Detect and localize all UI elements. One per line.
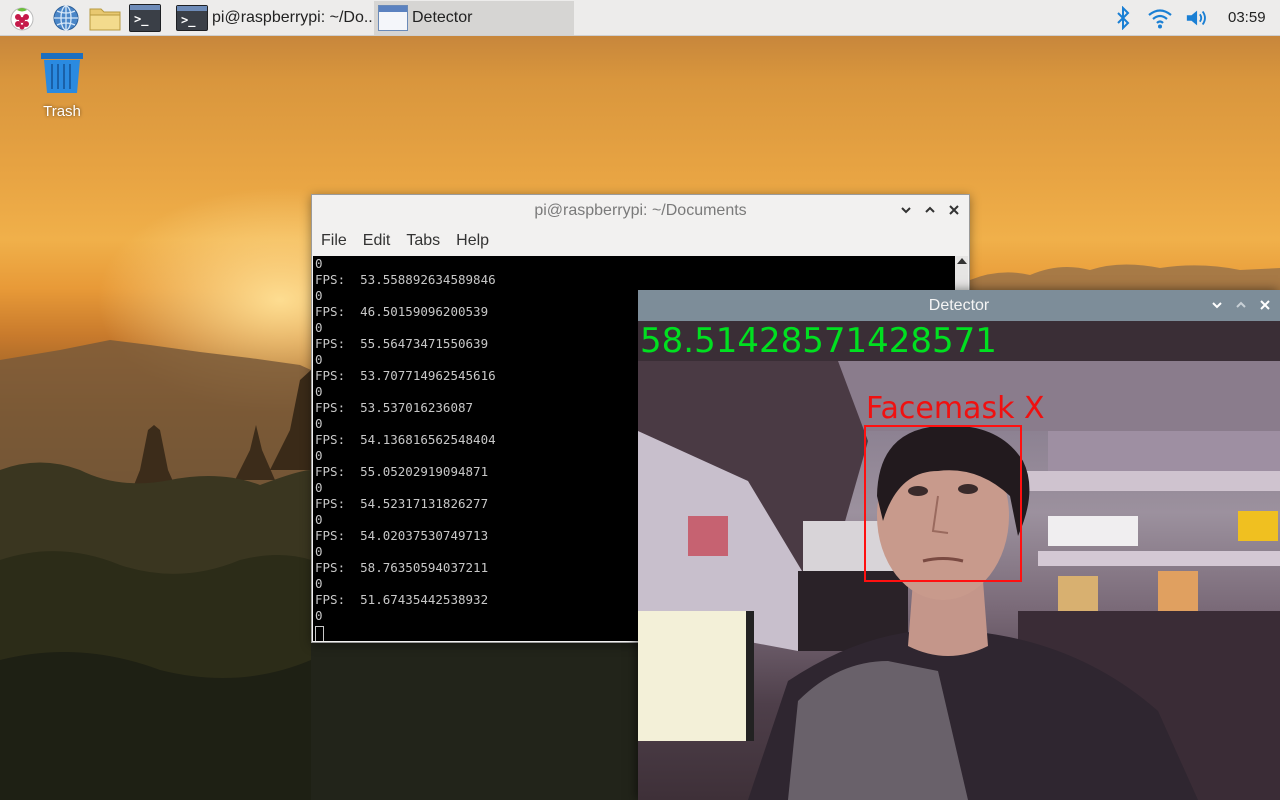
task-terminal-label: pi@raspberrypi: ~/Do... — [212, 9, 372, 26]
terminal-cursor — [315, 626, 324, 641]
web-browser-icon[interactable] — [50, 3, 82, 33]
detector-titlebar[interactable]: Detector — [638, 290, 1280, 321]
terminal-menubar: File Edit Tabs Help — [312, 227, 969, 255]
terminal-line: FPS: 53.558892634589846 — [315, 272, 496, 287]
detection-box — [864, 425, 1022, 582]
menu-tabs[interactable]: Tabs — [406, 232, 440, 250]
menu-file[interactable]: File — [321, 232, 347, 250]
raspberry-menu-icon[interactable] — [6, 3, 38, 33]
menu-help[interactable]: Help — [456, 232, 489, 250]
detector-window: Detector 58.51428571428571 Facemask X — [638, 290, 1280, 800]
scroll-up-arrow-icon[interactable] — [957, 258, 967, 264]
terminal-icon: >_ — [176, 5, 208, 31]
maximize-icon[interactable] — [923, 203, 937, 217]
terminal-launcher-icon[interactable]: >_ — [129, 3, 161, 33]
minimize-icon[interactable] — [899, 203, 913, 217]
terminal-title: pi@raspberrypi: ~/Documents — [534, 202, 747, 219]
file-manager-icon[interactable] — [89, 3, 121, 33]
fps-overlay: 58.51428571428571 — [640, 321, 997, 361]
clock[interactable]: 03:59 — [1228, 9, 1266, 26]
detector-title: Detector — [928, 296, 990, 314]
window-icon — [378, 5, 408, 31]
taskbar: >_ >_ pi@raspberrypi: ~/Do... Detector 0… — [0, 0, 1280, 36]
menu-edit[interactable]: Edit — [363, 232, 391, 250]
task-detector[interactable]: Detector — [374, 1, 574, 35]
close-icon[interactable] — [947, 203, 961, 217]
camera-feed: 58.51428571428571 Facemask X — [638, 321, 1280, 800]
close-icon[interactable] — [1258, 298, 1272, 312]
task-detector-label: Detector — [412, 9, 473, 26]
wifi-icon[interactable] — [1147, 5, 1173, 31]
terminal-line: 0 — [315, 256, 323, 271]
trash-desktop-icon[interactable]: Trash — [30, 50, 94, 120]
maximize-icon[interactable] — [1234, 298, 1248, 312]
detection-label: Facemask X — [866, 391, 1045, 426]
bluetooth-icon[interactable] — [1110, 5, 1136, 31]
trash-label: Trash — [43, 103, 81, 120]
minimize-icon[interactable] — [1210, 298, 1224, 312]
volume-icon[interactable] — [1185, 5, 1211, 31]
terminal-titlebar[interactable]: pi@raspberrypi: ~/Documents — [312, 195, 969, 227]
trash-icon — [41, 53, 83, 93]
task-terminal[interactable]: >_ pi@raspberrypi: ~/Do... — [172, 1, 372, 35]
